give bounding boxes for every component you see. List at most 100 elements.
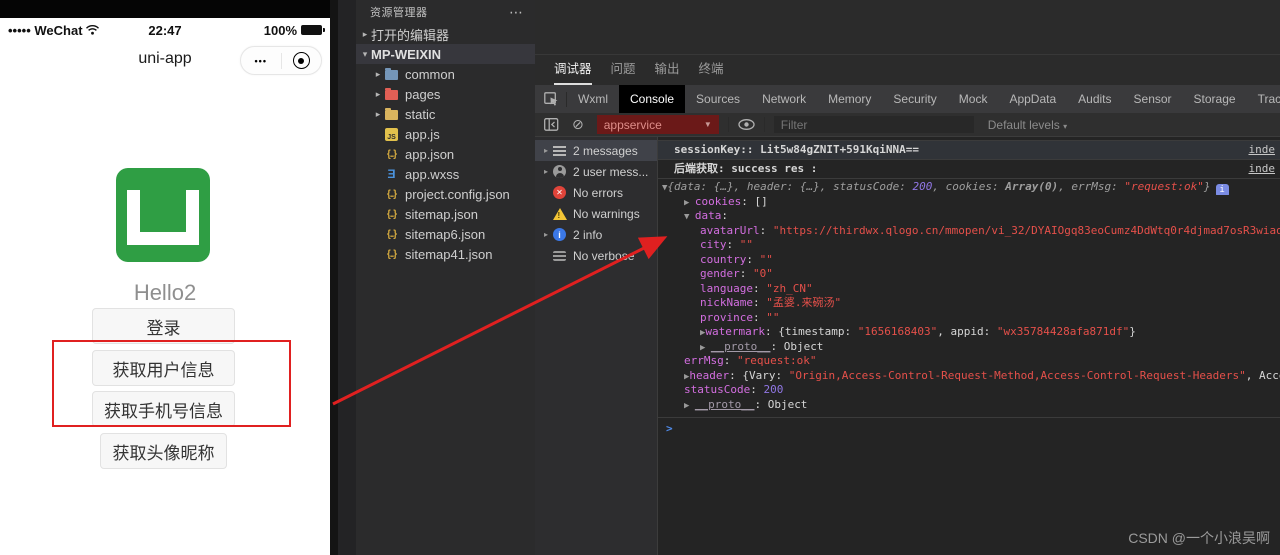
message-filter-row[interactable]: ▸ 2 messages bbox=[535, 140, 657, 161]
row-caret-icon[interactable]: ▸ bbox=[540, 167, 552, 176]
phone-button[interactable]: 获取用户信息 bbox=[92, 350, 235, 386]
row-caret-icon[interactable]: ▸ bbox=[540, 230, 552, 239]
console-line[interactable]: ▶watermark: {timestamp: "1656168403", ap… bbox=[658, 325, 1280, 340]
devtools-tab[interactable]: Sensor bbox=[1123, 85, 1183, 113]
file-item[interactable]: ▸common bbox=[356, 64, 535, 84]
row-label: 2 messages bbox=[573, 144, 638, 158]
source-link[interactable]: inde bbox=[1249, 160, 1276, 178]
console-text: "" bbox=[740, 238, 753, 251]
expand-caret-icon[interactable]: ▼ bbox=[684, 212, 695, 222]
devtools-tab[interactable]: Network bbox=[751, 85, 817, 113]
console-line[interactable]: gender: "0" bbox=[658, 267, 1280, 282]
row-label: No verbose bbox=[573, 249, 634, 263]
console-line[interactable]: sessionKey:: Lit5w84gZNIT+591KqiNNA==ind… bbox=[658, 140, 1280, 160]
tree-caret-icon[interactable]: ▸ bbox=[359, 29, 371, 40]
clear-console-icon[interactable]: ⊘ bbox=[572, 116, 584, 133]
console-line[interactable]: ▶header: {Vary: "Origin,Access-Control-R… bbox=[658, 369, 1280, 384]
console-line[interactable]: country: "" bbox=[658, 253, 1280, 268]
tree-caret-icon[interactable]: ▸ bbox=[372, 69, 384, 80]
more-menu-icon[interactable]: ••• bbox=[241, 56, 281, 66]
inspect-element-icon[interactable] bbox=[544, 92, 559, 106]
file-item[interactable]: {..}sitemap.json bbox=[356, 204, 535, 224]
phone-button[interactable]: 获取头像昵称 bbox=[100, 433, 227, 469]
devtools-tab[interactable]: Security bbox=[882, 85, 947, 113]
console-line[interactable]: avatarUrl: "https://thirdwx.qlogo.cn/mmo… bbox=[658, 224, 1280, 239]
tree-section[interactable]: ▸打开的编辑器 bbox=[356, 24, 535, 44]
item-label: static bbox=[405, 107, 435, 122]
tree-caret-icon[interactable]: ▸ bbox=[372, 89, 384, 100]
message-filter-row[interactable]: No verbose bbox=[535, 245, 657, 266]
file-item[interactable]: JSapp.js bbox=[356, 124, 535, 144]
file-type-icon: {..} bbox=[384, 187, 399, 201]
devtools-tab[interactable]: Console bbox=[619, 85, 685, 113]
item-label: project.config.json bbox=[405, 187, 510, 202]
uniapp-u-glyph bbox=[127, 190, 199, 245]
file-type-icon: Ǝ bbox=[384, 167, 399, 181]
expand-caret-icon[interactable]: ▶ bbox=[700, 343, 711, 353]
console-line[interactable]: ▶ __proto__: Object bbox=[658, 398, 1280, 413]
file-item[interactable]: {..}sitemap41.json bbox=[356, 244, 535, 264]
message-filter-row[interactable]: ▸i2 info bbox=[535, 224, 657, 245]
devtools-tab-bar: WxmlConsoleSourcesNetworkMemorySecurityM… bbox=[535, 85, 1280, 113]
devtools-tab[interactable]: Memory bbox=[817, 85, 882, 113]
file-item[interactable]: Ǝapp.wxss bbox=[356, 164, 535, 184]
battery-percent: 100% bbox=[264, 23, 297, 38]
tree-caret-icon[interactable]: ▾ bbox=[359, 49, 371, 60]
devtools-tab[interactable]: Mock bbox=[948, 85, 999, 113]
capsule-menu[interactable]: ••• bbox=[240, 46, 322, 75]
console-line[interactable]: 后端获取: success res :inde bbox=[658, 160, 1280, 179]
console-line[interactable]: nickName: "孟婆.来碗汤" bbox=[658, 296, 1280, 311]
message-filter-row[interactable]: !No warnings bbox=[535, 203, 657, 224]
console-text: __proto__ bbox=[695, 398, 755, 411]
file-item[interactable]: {..}sitemap6.json bbox=[356, 224, 535, 244]
message-filter-row[interactable]: ▸2 user mess... bbox=[535, 161, 657, 182]
wechat-devtools-window: ••••• WeChat 22:47 100% uni-app ••• Hell… bbox=[0, 0, 1280, 555]
devtools-tab[interactable]: Sources bbox=[685, 85, 751, 113]
devtools-tab[interactable]: Wxml bbox=[567, 85, 619, 113]
devtools-tab[interactable]: Audits bbox=[1067, 85, 1122, 113]
eye-icon[interactable] bbox=[738, 119, 755, 130]
console-content: ▸ 2 messages ▸2 user mess...✕No errors!No … bbox=[535, 137, 1280, 555]
phone-button[interactable]: 获取手机号信息 bbox=[92, 391, 235, 427]
file-item[interactable]: {..}app.json bbox=[356, 144, 535, 164]
sidebar-toggle-icon[interactable] bbox=[544, 118, 559, 131]
devtools-tab[interactable]: Trace bbox=[1247, 85, 1280, 113]
console-text: "" bbox=[760, 253, 773, 266]
explorer-more-icon[interactable]: ⋯ bbox=[509, 4, 523, 21]
expand-caret-icon[interactable]: ▶ bbox=[684, 401, 695, 411]
console-text: : bbox=[724, 354, 737, 367]
devtools-tab[interactable]: AppData bbox=[998, 85, 1067, 113]
console-line[interactable]: ▼ data: bbox=[658, 209, 1280, 224]
panel-tab[interactable]: 调试器 bbox=[554, 55, 592, 85]
default-levels-dropdown[interactable]: Default levels ▾ bbox=[988, 118, 1067, 132]
console-line[interactable]: errMsg: "request:ok" bbox=[658, 354, 1280, 369]
console-line[interactable]: city: "" bbox=[658, 238, 1280, 253]
expand-caret-icon[interactable]: ▶ bbox=[684, 198, 695, 208]
app-logo bbox=[116, 168, 210, 262]
console-line[interactable]: ▼{data: {…}, header: {…}, statusCode: 20… bbox=[658, 180, 1280, 195]
file-item[interactable]: ▸ static bbox=[356, 104, 535, 124]
message-filter-row[interactable]: ✕No errors bbox=[535, 182, 657, 203]
phone-button[interactable]: 登录 bbox=[92, 308, 235, 344]
panel-tab[interactable]: 输出 bbox=[655, 55, 680, 85]
console-line[interactable]: ▶ __proto__: Object bbox=[658, 340, 1280, 355]
console-line[interactable]: ▶ cookies: [] bbox=[658, 195, 1280, 210]
devtools-tab[interactable]: Storage bbox=[1183, 85, 1247, 113]
panel-tab[interactable]: 终端 bbox=[699, 55, 724, 85]
source-link[interactable]: inde bbox=[1249, 141, 1276, 159]
row-caret-icon[interactable]: ▸ bbox=[540, 146, 552, 155]
tree-caret-icon[interactable]: ▸ bbox=[372, 109, 384, 120]
console-text: } bbox=[1129, 325, 1136, 338]
console-line[interactable]: language: "zh_CN" bbox=[658, 282, 1280, 297]
console-prompt[interactable]: > bbox=[658, 417, 1280, 435]
file-item[interactable]: {..} project.config.json bbox=[356, 184, 535, 204]
filter-input[interactable] bbox=[774, 116, 974, 133]
context-dropdown[interactable]: appservice ▼ bbox=[597, 115, 719, 134]
console-text: : Object bbox=[754, 398, 807, 411]
tree-section[interactable]: ▾MP-WEIXIN bbox=[356, 44, 535, 64]
panel-tab[interactable]: 问题 bbox=[611, 55, 636, 85]
console-line[interactable]: province: "" bbox=[658, 311, 1280, 326]
file-item[interactable]: ▸pages bbox=[356, 84, 535, 104]
close-record-icon[interactable] bbox=[282, 52, 322, 69]
console-line[interactable]: statusCode: 200 bbox=[658, 383, 1280, 398]
